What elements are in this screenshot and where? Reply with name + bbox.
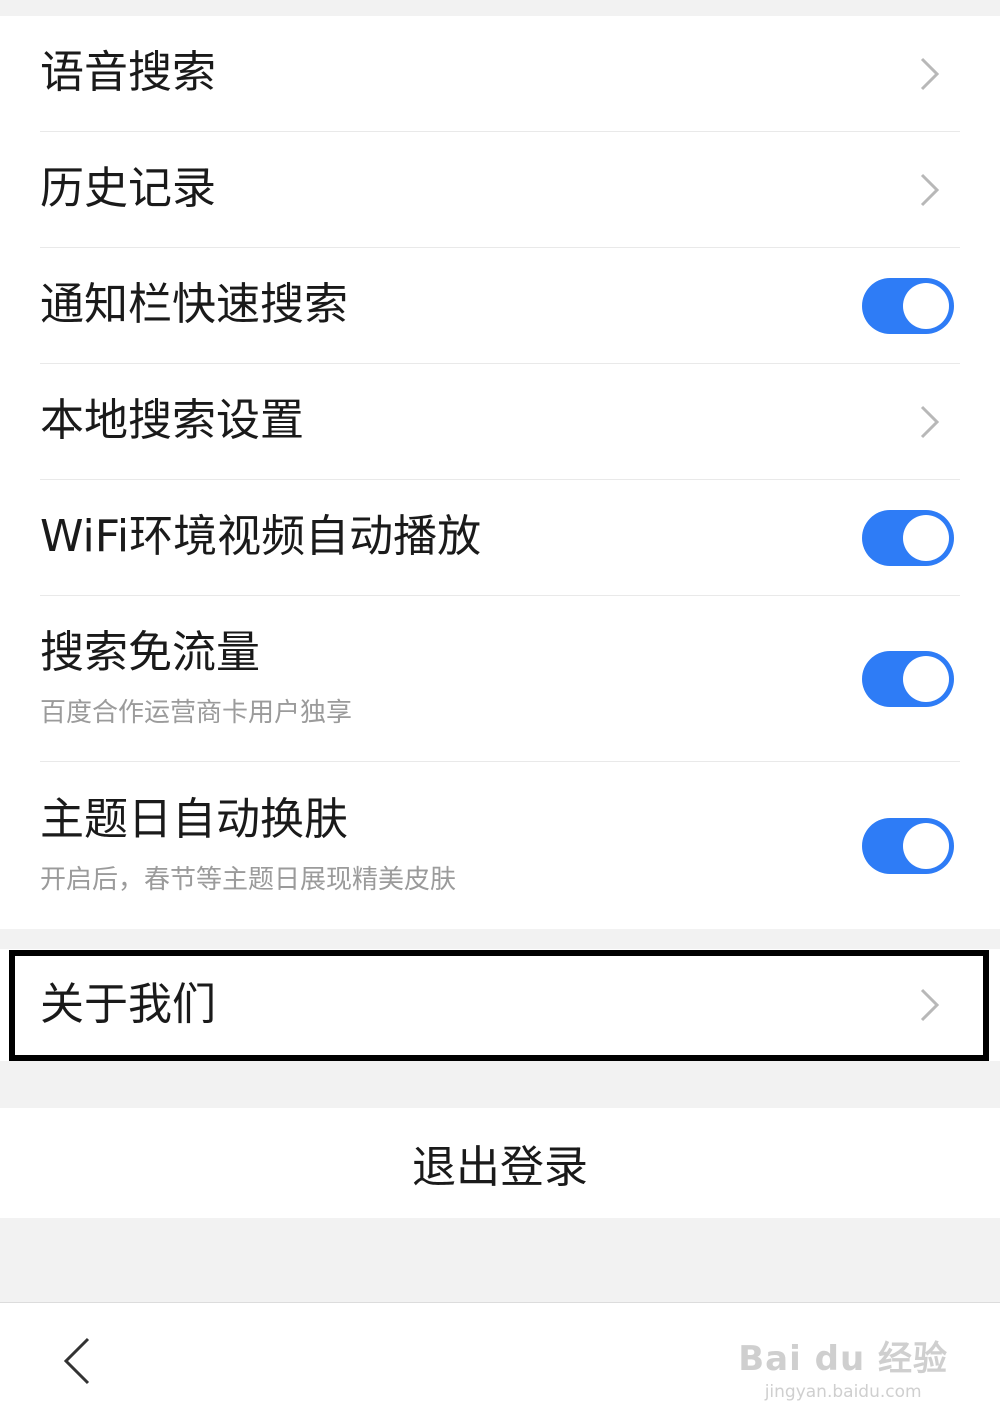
setting-notification-quick-search: 通知栏快速搜索 — [40, 248, 960, 364]
setting-history[interactable]: 历史记录 — [40, 132, 960, 248]
about-group: 关于我们 — [0, 949, 1000, 1061]
chevron-right-icon — [910, 170, 950, 210]
toggle-knob — [903, 282, 949, 329]
toggle-knob — [903, 514, 949, 561]
setting-label: 通知栏快速搜索 — [40, 279, 348, 331]
watermark-url: jingyan.baidu.com — [764, 1382, 922, 1402]
setting-wifi-autoplay: WiFi环境视频自动播放 — [40, 480, 960, 596]
chevron-right-icon — [910, 54, 950, 94]
wifi-autoplay-toggle[interactable] — [862, 509, 954, 566]
setting-label: WiFi环境视频自动播放 — [40, 511, 482, 563]
theme-skin-toggle[interactable] — [862, 817, 954, 874]
chevron-right-icon — [910, 985, 950, 1025]
chevron-right-icon — [910, 402, 950, 442]
setting-local-search[interactable]: 本地搜索设置 — [40, 364, 960, 480]
setting-sublabel: 开启后，春节等主题日展现精美皮肤 — [40, 865, 457, 896]
chevron-left-icon[interactable] — [52, 1333, 108, 1389]
setting-label: 关于我们 — [40, 978, 216, 1030]
setting-label: 历史记录 — [40, 163, 216, 215]
setting-sublabel: 百度合作运营商卡用户独享 — [40, 698, 353, 729]
setting-label: 语音搜索 — [40, 47, 216, 99]
setting-free-data-search: 搜索免流量 百度合作运营商卡用户独享 — [40, 596, 960, 762]
baidu-jingyan-watermark: Bai du 经验 jingyan.baidu.com — [738, 1331, 948, 1402]
setting-label: 搜索免流量 — [40, 626, 260, 678]
settings-list: 语音搜索 历史记录 通知栏快速搜索 本地搜索设置 WiFi环境视频自动播放 搜索… — [0, 16, 1000, 929]
logout-label: 退出登录 — [412, 1142, 588, 1193]
free-data-toggle[interactable] — [862, 650, 954, 707]
toggle-knob — [903, 655, 949, 702]
setting-about-us[interactable]: 关于我们 — [40, 949, 960, 1061]
setting-theme-day-skin: 主题日自动换肤 开启后，春节等主题日展现精美皮肤 — [40, 762, 960, 929]
toggle-knob — [903, 822, 949, 869]
watermark-main: Bai du 经验 — [738, 1339, 948, 1379]
setting-label: 主题日自动换肤 — [40, 793, 348, 845]
logout-button[interactable]: 退出登录 — [0, 1108, 1000, 1218]
bottom-navigation-bar: Bai du 经验 jingyan.baidu.com — [0, 1302, 1000, 1419]
notification-search-toggle[interactable] — [862, 277, 954, 334]
setting-label: 本地搜索设置 — [40, 395, 304, 447]
setting-voice-search[interactable]: 语音搜索 — [40, 16, 960, 132]
